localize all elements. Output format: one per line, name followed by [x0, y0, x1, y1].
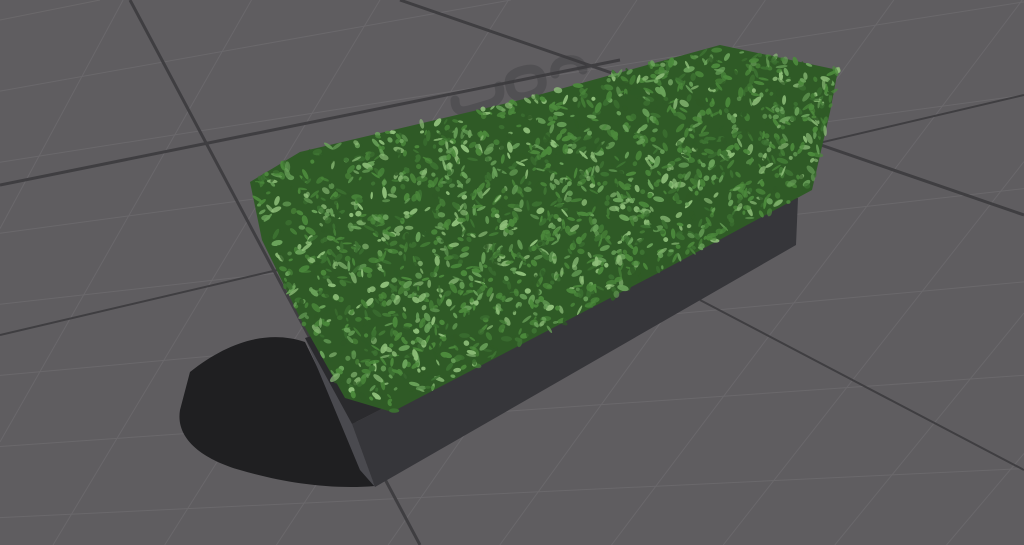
leaf — [423, 138, 428, 147]
viewport-3d-scene — [0, 0, 1024, 545]
leaf — [534, 299, 540, 304]
leaf — [592, 254, 604, 258]
leaf — [751, 88, 756, 93]
leaf — [299, 298, 304, 306]
leaf — [336, 202, 339, 210]
scene-canvas — [0, 0, 1024, 545]
leaf — [556, 121, 567, 128]
leaf — [273, 173, 283, 176]
leaf — [424, 385, 431, 389]
